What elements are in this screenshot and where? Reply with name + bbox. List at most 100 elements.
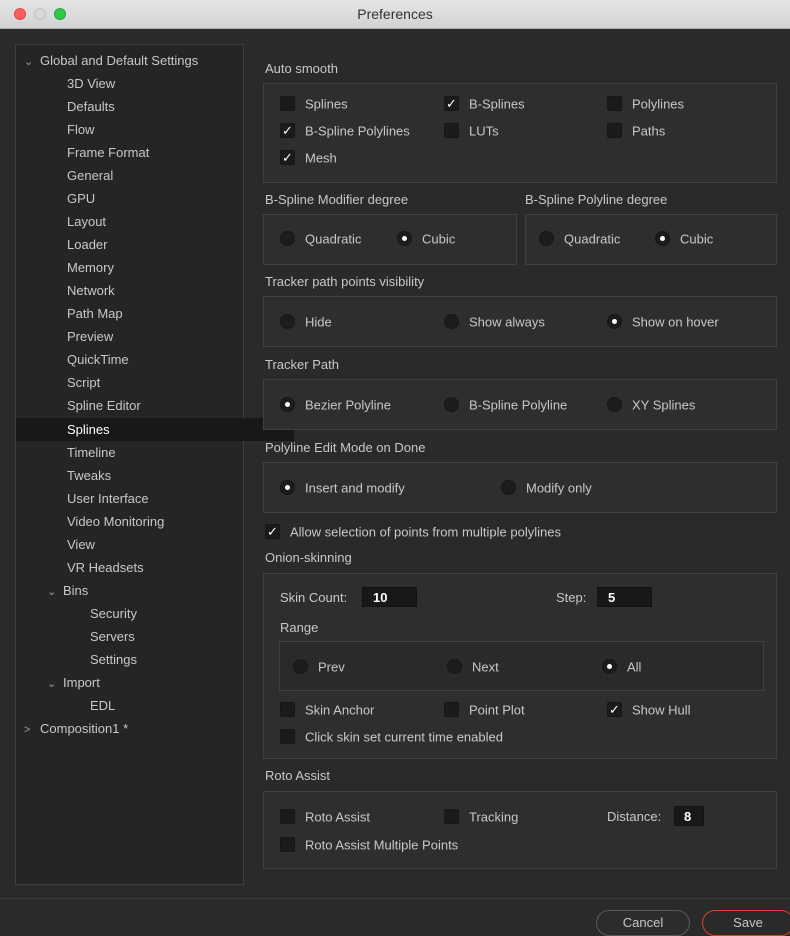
modifier-cubic-radio[interactable]: Cubic: [397, 230, 455, 248]
chevron-down-icon[interactable]: ⌄: [47, 581, 63, 604]
visibility-show-always-radio[interactable]: Show always: [444, 313, 545, 331]
paths-checkbox[interactable]: Paths: [607, 122, 665, 140]
tree-item-timeline[interactable]: Timeline: [16, 441, 294, 464]
roto-assist-multiple-points-checkbox[interactable]: Roto Assist Multiple Points: [280, 836, 458, 854]
tree-item-composition1[interactable]: > Composition1 *: [16, 717, 251, 740]
tracker-xy-splines-radio[interactable]: XY Splines: [607, 396, 695, 414]
luts-checkbox[interactable]: LUTs: [444, 122, 499, 140]
checkbox-box[interactable]: [607, 123, 622, 139]
skin-anchor-checkbox[interactable]: Skin Anchor: [280, 701, 374, 719]
radio-button[interactable]: [444, 397, 459, 413]
tree-item-spline-editor[interactable]: Spline Editor: [16, 394, 294, 417]
radio-button[interactable]: [447, 659, 462, 675]
show-hull-checkbox[interactable]: ✓ Show Hull: [607, 701, 691, 719]
tracker-path-group: Bezier Polyline B-Spline Polyline XY Spl…: [263, 379, 777, 430]
checkbox-box[interactable]: [280, 96, 295, 112]
radio-button-selected[interactable]: [280, 480, 295, 496]
tree-item-import[interactable]: ⌄ Import: [16, 671, 274, 694]
chevron-down-icon[interactable]: ⌄: [47, 673, 63, 696]
tracker-bspline-polyline-radio[interactable]: B-Spline Polyline: [444, 396, 567, 414]
tree-item-defaults[interactable]: Defaults: [16, 95, 294, 118]
tree-item-network[interactable]: Network: [16, 279, 294, 302]
tree-item-quicktime[interactable]: QuickTime: [16, 348, 294, 371]
tree-item-view[interactable]: View: [16, 533, 294, 556]
check-icon[interactable]: ✓: [265, 524, 280, 540]
radio-button[interactable]: [293, 659, 308, 675]
radio-button[interactable]: [444, 314, 459, 330]
tree-item-memory[interactable]: Memory: [16, 256, 294, 279]
skin-count-input[interactable]: 10: [362, 587, 417, 607]
chevron-right-icon[interactable]: >: [24, 719, 40, 742]
radio-button[interactable]: [280, 231, 295, 247]
radio-button-selected[interactable]: [602, 659, 617, 675]
bspline-polyline-degree-group: Quadratic Cubic: [525, 214, 777, 265]
distance-input[interactable]: 8: [674, 806, 704, 826]
tree-item-video-monitoring[interactable]: Video Monitoring: [16, 510, 294, 533]
tree-item-frame-format[interactable]: Frame Format: [16, 141, 294, 164]
tree-item-loader[interactable]: Loader: [16, 233, 294, 256]
insert-and-modify-radio[interactable]: Insert and modify: [280, 479, 405, 497]
modify-only-radio[interactable]: Modify only: [501, 479, 592, 497]
tree-item-bins[interactable]: ⌄ Bins: [16, 579, 274, 602]
checkbox-box[interactable]: [280, 837, 295, 853]
radio-button-selected[interactable]: [397, 231, 412, 247]
tracker-bezier-polyline-radio[interactable]: Bezier Polyline: [280, 396, 391, 414]
click-skin-checkbox[interactable]: Click skin set current time enabled: [280, 728, 503, 746]
tree-item-preview[interactable]: Preview: [16, 325, 294, 348]
checkbox-box[interactable]: [444, 123, 459, 139]
checkbox-box[interactable]: [280, 729, 295, 745]
check-icon[interactable]: ✓: [444, 96, 459, 112]
range-all-radio[interactable]: All: [602, 658, 641, 676]
step-input[interactable]: 5: [597, 587, 652, 607]
chevron-down-icon[interactable]: ⌄: [24, 51, 40, 74]
check-icon[interactable]: ✓: [280, 123, 295, 139]
roto-assist-checkbox[interactable]: Roto Assist: [280, 808, 370, 826]
checkbox-box[interactable]: [444, 702, 459, 718]
radio-button-selected[interactable]: [655, 231, 670, 247]
roto-assist-group: Roto Assist Tracking Distance: 8 Roto As…: [263, 791, 777, 869]
polyline-cubic-radio[interactable]: Cubic: [655, 230, 713, 248]
range-prev-radio[interactable]: Prev: [293, 658, 345, 676]
mesh-checkbox[interactable]: ✓ Mesh: [280, 149, 337, 167]
save-button[interactable]: Save: [702, 910, 790, 936]
radio-button-selected[interactable]: [280, 397, 295, 413]
checkbox-box[interactable]: [444, 809, 459, 825]
preferences-tree[interactable]: ⌄ Global and Default Settings 3D View Def…: [15, 44, 294, 885]
polylines-checkbox[interactable]: Polylines: [607, 95, 684, 113]
point-plot-checkbox[interactable]: Point Plot: [444, 701, 525, 719]
visibility-show-on-hover-radio[interactable]: Show on hover: [607, 313, 719, 331]
bspline-polylines-checkbox[interactable]: ✓ B-Spline Polylines: [280, 122, 410, 140]
tree-item-path-map[interactable]: Path Map: [16, 302, 294, 325]
radio-button[interactable]: [607, 397, 622, 413]
radio-button-selected[interactable]: [607, 314, 622, 330]
tree-item-tweaks[interactable]: Tweaks: [16, 464, 294, 487]
tree-item-script[interactable]: Script: [16, 371, 294, 394]
modifier-quadratic-radio[interactable]: Quadratic: [280, 230, 361, 248]
tree-item-vr-headsets[interactable]: VR Headsets: [16, 556, 294, 579]
radio-button[interactable]: [539, 231, 554, 247]
range-label: Range: [280, 620, 319, 635]
tree-item-layout[interactable]: Layout: [16, 210, 294, 233]
checkbox-box[interactable]: [280, 702, 295, 718]
tree-item-splines[interactable]: Splines: [16, 418, 294, 441]
radio-button[interactable]: [501, 480, 516, 496]
radio-button[interactable]: [280, 314, 295, 330]
bsplines-checkbox[interactable]: ✓ B-Splines: [444, 95, 525, 113]
tree-item-gpu[interactable]: GPU: [16, 187, 294, 210]
checkbox-box[interactable]: [280, 809, 295, 825]
check-icon[interactable]: ✓: [607, 702, 622, 718]
tracking-checkbox[interactable]: Tracking: [444, 808, 518, 826]
tree-item-3d-view[interactable]: 3D View: [16, 72, 294, 95]
cancel-button[interactable]: Cancel: [596, 910, 690, 936]
tree-item-general[interactable]: General: [16, 164, 294, 187]
splines-checkbox[interactable]: Splines: [280, 95, 348, 113]
range-next-radio[interactable]: Next: [447, 658, 499, 676]
check-icon[interactable]: ✓: [280, 150, 295, 166]
visibility-hide-radio[interactable]: Hide: [280, 313, 332, 331]
allow-selection-checkbox[interactable]: ✓ Allow selection of points from multiple…: [265, 523, 561, 541]
tree-item-flow[interactable]: Flow: [16, 118, 294, 141]
polyline-quadratic-radio[interactable]: Quadratic: [539, 230, 620, 248]
tree-item-user-interface[interactable]: User Interface: [16, 487, 294, 510]
checkbox-box[interactable]: [607, 96, 622, 112]
tree-item-global-settings[interactable]: ⌄ Global and Default Settings: [16, 49, 251, 72]
